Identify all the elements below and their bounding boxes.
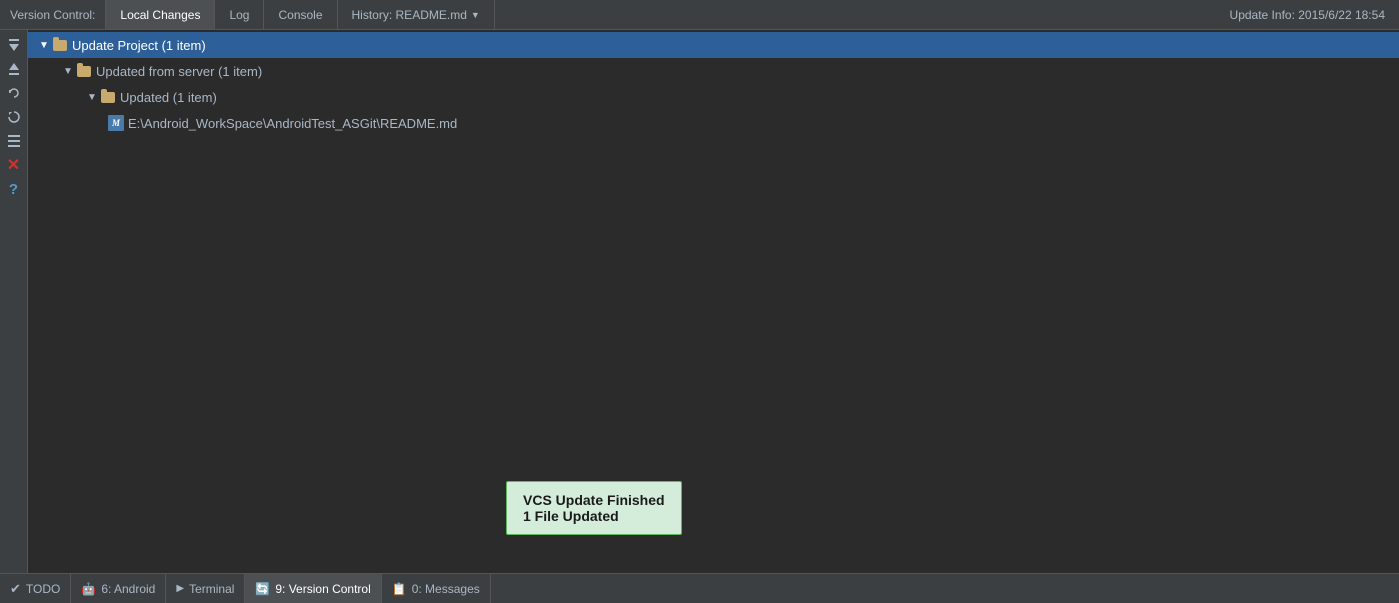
refresh-toolbar-btn[interactable] bbox=[3, 106, 25, 128]
delete-toolbar-btn[interactable]: ✕ bbox=[3, 154, 25, 176]
tab-local-changes[interactable]: Local Changes bbox=[106, 0, 215, 29]
file-icon: M bbox=[108, 115, 124, 131]
revert-toolbar-btn[interactable] bbox=[3, 82, 25, 104]
android-icon: 🤖 bbox=[81, 582, 96, 596]
update-info: Update Info: 2015/6/22 18:54 bbox=[1216, 0, 1399, 29]
todo-icon: ✔ bbox=[10, 581, 21, 597]
folder-icon-root bbox=[52, 37, 68, 53]
bottom-messages[interactable]: 📋 0: Messages bbox=[382, 574, 491, 603]
bottom-android[interactable]: 🤖 6: Android bbox=[71, 574, 166, 603]
bottom-version-control[interactable]: 🔄 9: Version Control bbox=[245, 574, 381, 603]
updated-from-server-label: Updated from server (1 item) bbox=[96, 64, 262, 79]
updated-label: Updated (1 item) bbox=[120, 90, 217, 105]
help-toolbar-btn[interactable]: ? bbox=[3, 178, 25, 200]
tree-node-root[interactable]: Update Project (1 item) bbox=[28, 32, 1399, 58]
android-label: 6: Android bbox=[101, 582, 155, 596]
arrow-root bbox=[36, 37, 52, 53]
vcs-update-tooltip: VCS Update Finished 1 File Updated bbox=[506, 481, 682, 535]
file-label: E:\Android_WorkSpace\AndroidTest_ASGit\R… bbox=[128, 116, 457, 131]
folder-icon-updated-from-server bbox=[76, 63, 92, 79]
main-content-wrapper: ✕ ? Update Project (1 item) Updated from… bbox=[0, 30, 1399, 573]
arrow-updated bbox=[84, 89, 100, 105]
bottom-bar: ✔ TODO 🤖 6: Android ▶ Terminal 🔄 9: Vers… bbox=[0, 573, 1399, 603]
tooltip-line2: 1 File Updated bbox=[523, 508, 665, 524]
bottom-todo[interactable]: ✔ TODO bbox=[0, 574, 71, 603]
folder-icon-updated bbox=[100, 89, 116, 105]
tab-history[interactable]: History: README.md ▼ bbox=[338, 0, 495, 29]
terminal-label: Terminal bbox=[189, 582, 234, 596]
terminal-icon: ▶ bbox=[176, 583, 184, 594]
bottom-terminal[interactable]: ▶ Terminal bbox=[166, 574, 245, 603]
tab-bar: Version Control: Local Changes Log Conso… bbox=[0, 0, 1399, 30]
arrow-updated-from-server bbox=[60, 63, 76, 79]
tooltip-line1: VCS Update Finished bbox=[523, 492, 665, 508]
tree-node-file[interactable]: M E:\Android_WorkSpace\AndroidTest_ASGit… bbox=[28, 110, 1399, 136]
commit-toolbar-btn[interactable] bbox=[3, 58, 25, 80]
update-toolbar-btn[interactable] bbox=[3, 34, 25, 56]
expand-toolbar-btn[interactable] bbox=[3, 130, 25, 152]
root-label: Update Project (1 item) bbox=[72, 38, 206, 53]
version-control-bottom-label: 9: Version Control bbox=[275, 582, 370, 596]
todo-label: TODO bbox=[26, 582, 60, 596]
tab-console[interactable]: Console bbox=[264, 0, 337, 29]
messages-icon: 📋 bbox=[392, 582, 407, 596]
tree-node-updated[interactable]: Updated (1 item) bbox=[28, 84, 1399, 110]
left-toolbar: ✕ ? bbox=[0, 30, 28, 573]
tab-log[interactable]: Log bbox=[215, 0, 264, 29]
version-control-label: Version Control: bbox=[0, 0, 106, 29]
version-control-icon: 🔄 bbox=[255, 582, 270, 596]
chevron-down-icon: ▼ bbox=[471, 10, 480, 20]
tree-content: Update Project (1 item) Updated from ser… bbox=[28, 30, 1399, 573]
tree-node-updated-from-server[interactable]: Updated from server (1 item) bbox=[28, 58, 1399, 84]
messages-label: 0: Messages bbox=[412, 582, 480, 596]
